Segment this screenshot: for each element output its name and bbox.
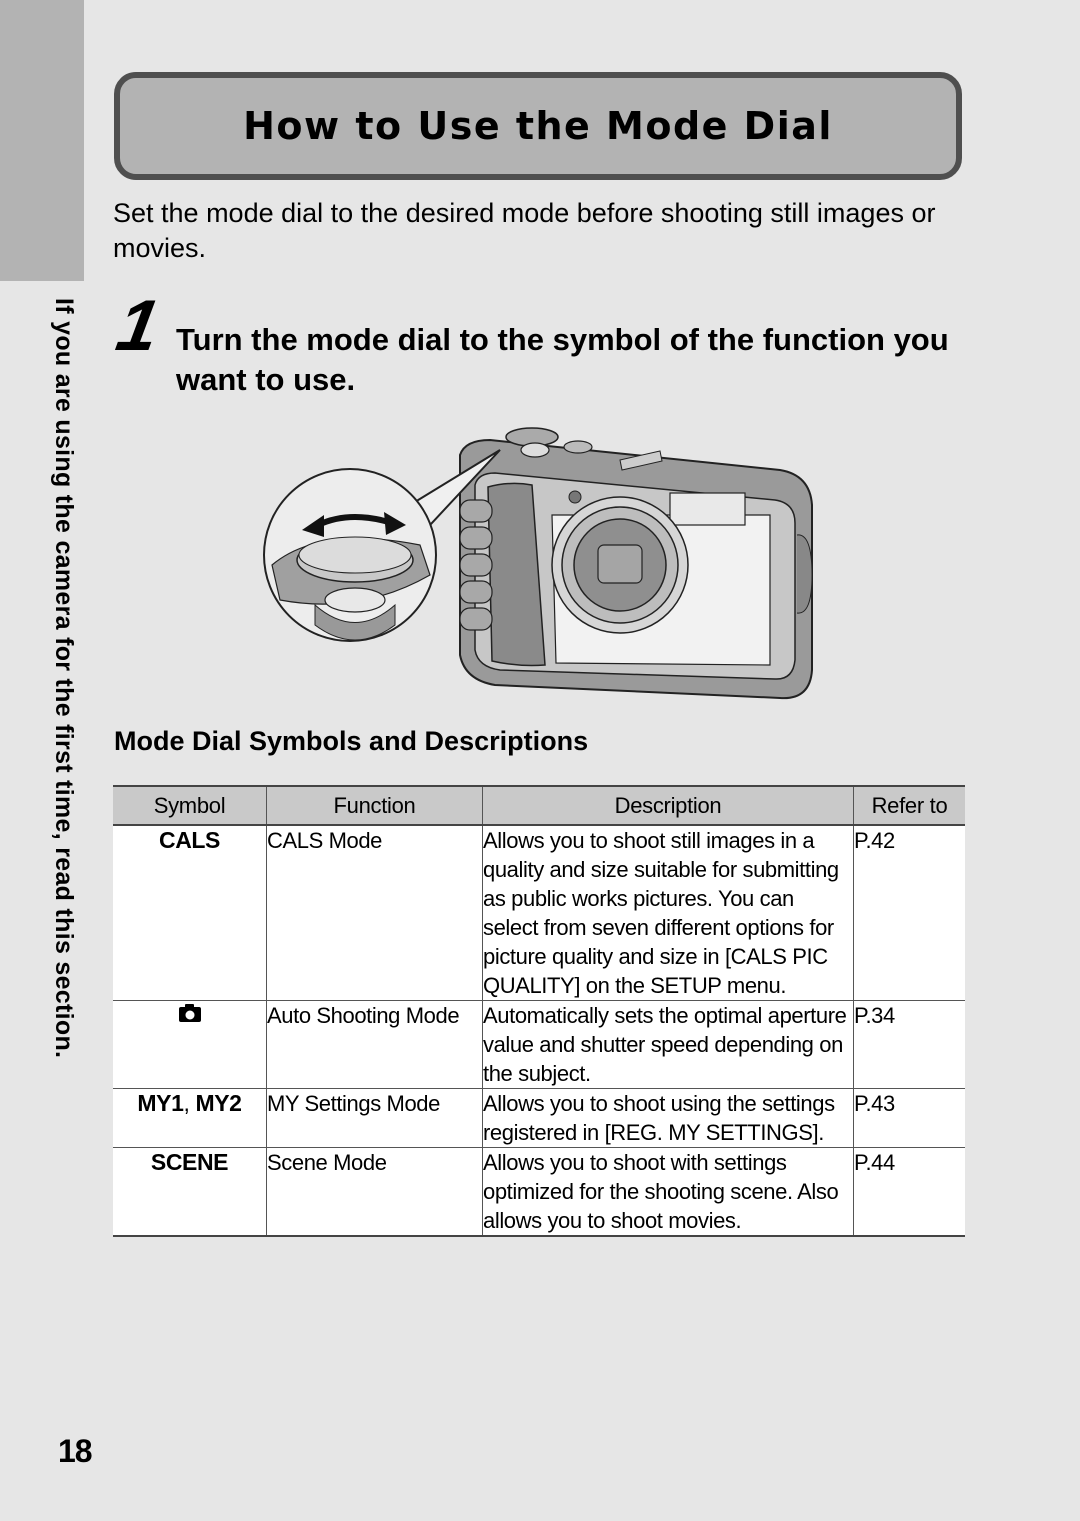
page-title: How to Use the Mode Dial (243, 104, 833, 148)
description-cell: Allows you to shoot still images in a qu… (482, 824, 854, 1001)
table-row: Auto Shooting Mode Automatically sets th… (113, 1000, 965, 1089)
step-instruction: Turn the mode dial to the symbol of the … (176, 322, 949, 397)
symbol-auto (113, 1000, 267, 1089)
function-cell: Scene Mode (266, 1147, 483, 1237)
table-header-row: Symbol Function Description Refer to (113, 785, 965, 826)
function-cell: Auto Shooting Mode (266, 1000, 483, 1089)
symbol-my-settings: MY1, MY2 (113, 1088, 267, 1148)
header-function: Function (266, 785, 483, 826)
refer-to-cell: P.34 (853, 1000, 965, 1089)
symbol-my2: MY2 (195, 1090, 242, 1116)
step-number: 1 (110, 286, 166, 366)
description-cell: Automatically sets the optimal aperture … (482, 1000, 854, 1089)
table-row: CALS CALS Mode Allows you to shoot still… (113, 824, 965, 1001)
page-title-box: How to Use the Mode Dial (114, 72, 962, 180)
function-cell: CALS Mode (266, 824, 483, 1001)
refer-to-cell: P.42 (853, 824, 965, 1001)
header-description: Description (482, 785, 854, 826)
camera-mode-dial-illustration (263, 427, 813, 700)
section-tab-marker (0, 0, 84, 281)
refer-to-cell: P.43 (853, 1088, 965, 1148)
symbol-my1: MY1 (137, 1090, 184, 1116)
intro-text: Set the mode dial to the desired mode be… (113, 198, 936, 263)
mode-dial-table: Symbol Function Description Refer to CAL… (113, 785, 965, 1237)
section-side-label: If you are using the camera for the firs… (50, 298, 78, 1059)
page-number: 18 (58, 1433, 93, 1469)
table-row: SCENE Scene Mode Allows you to shoot wit… (113, 1147, 965, 1237)
camera-icon (178, 1004, 201, 1022)
symbol-cals: CALS (113, 824, 267, 1001)
camera-body (459, 427, 813, 700)
table-title: Mode Dial Symbols and Descriptions (114, 726, 589, 756)
header-symbol: Symbol (113, 785, 267, 826)
function-cell: MY Settings Mode (266, 1088, 483, 1148)
description-cell: Allows you to shoot with settings optimi… (482, 1147, 854, 1237)
header-refer-to: Refer to (853, 785, 965, 826)
table-row: MY1, MY2 MY Settings Mode Allows you to … (113, 1088, 965, 1148)
refer-to-cell: P.44 (853, 1147, 965, 1237)
symbol-separator: , (183, 1090, 196, 1116)
description-cell: Allows you to shoot using the settings r… (482, 1088, 854, 1148)
symbol-scene: SCENE (113, 1147, 267, 1237)
